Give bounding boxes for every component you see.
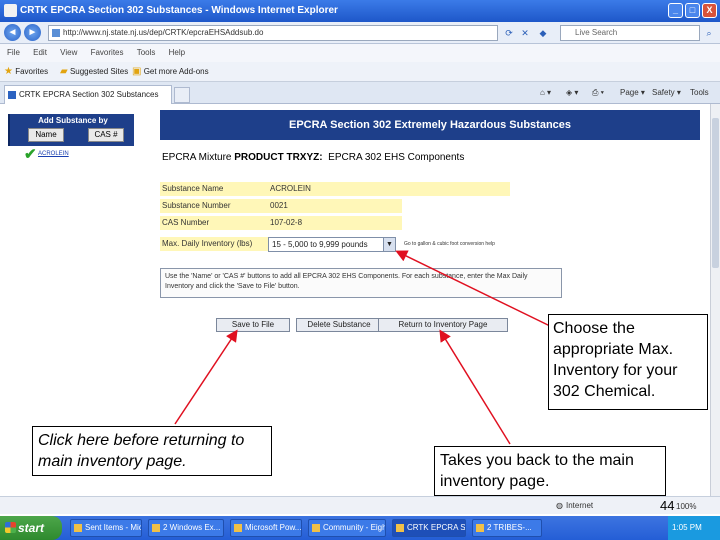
browser-icon <box>476 524 484 532</box>
status-bar: ◍ Internet 44 100% <box>0 496 720 514</box>
taskbar-item[interactable]: Microsoft Pow... <box>230 519 302 537</box>
arrow-to-save-button <box>174 329 238 425</box>
taskbar-item[interactable]: 2 Windows Ex... <box>148 519 224 537</box>
powerpoint-icon <box>234 524 242 532</box>
callout-save-before-return: Click here before returning to main inve… <box>32 426 272 476</box>
browser-icon <box>312 524 320 532</box>
browser-icon <box>396 524 404 532</box>
zone-label: Internet <box>566 501 594 510</box>
clock: 1:05 PM <box>672 523 702 532</box>
page-number: 44 <box>660 498 675 513</box>
taskbar-item[interactable]: Sent Items - Micr... <box>70 519 142 537</box>
taskbar: start Sent Items - Micr... 2 Windows Ex.… <box>0 516 720 540</box>
system-tray: 1:05 PM <box>668 516 720 540</box>
screen: CRTK EPCRA Section 302 Substances - Wind… <box>0 0 720 540</box>
start-button[interactable]: start <box>0 516 62 540</box>
windows-logo-icon <box>5 522 16 533</box>
callout-return-main: Takes you back to the main inventory pag… <box>434 446 666 496</box>
zoom-level[interactable]: 100% <box>676 499 696 515</box>
taskbar-item[interactable]: CRTK EPCRA Sect... <box>392 519 466 537</box>
taskbar-item[interactable]: 2 TRIBES-... <box>472 519 542 537</box>
taskbar-item[interactable]: Community - Eight... <box>308 519 386 537</box>
arrow-to-return-button <box>439 329 511 445</box>
folder-icon <box>152 524 160 532</box>
callout-choose-inventory: Choose the appropriate Max. Inventory fo… <box>548 314 708 410</box>
arrow-to-inventory-select <box>395 250 551 327</box>
globe-icon: ◍ <box>556 501 563 510</box>
mail-icon <box>74 524 82 532</box>
